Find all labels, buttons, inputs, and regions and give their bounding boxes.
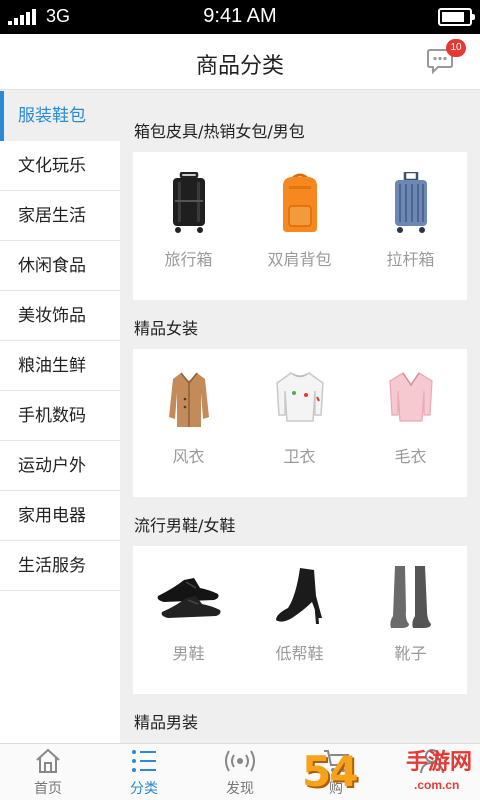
product-label: 男鞋: [172, 644, 205, 663]
product-label: 毛衣: [394, 447, 427, 466]
watermark-text: 手游网: [406, 750, 473, 775]
sidebar-item-label: 手机数码: [18, 406, 86, 426]
sidebar-item-label: 服装鞋包: [18, 106, 86, 126]
tab-label: 分类: [130, 781, 158, 797]
category-sidebar: 服装鞋包 文化玩乐 家居生活 休闲食品 美妆饰品 粮油生鲜 手机数码 运动户外 …: [0, 91, 120, 743]
product-card-shoes: 男鞋 低帮鞋 靴子: [133, 546, 467, 694]
home-icon: [36, 748, 60, 773]
section-title-bags: 箱包皮具/热销女包/男包: [134, 122, 305, 141]
product-sweater[interactable]: 毛衣: [355, 349, 466, 497]
product-label: 拉杆箱: [386, 250, 435, 269]
section-title-mens-wear: 精品男装: [134, 713, 199, 732]
product-mens-shoes[interactable]: 男鞋: [133, 546, 244, 694]
broadcast-icon: [225, 750, 255, 772]
sidebar-item-phones-digital[interactable]: 手机数码: [0, 391, 120, 441]
black-suitcase-icon: [172, 172, 205, 233]
product-label: 旅行箱: [164, 250, 213, 269]
trench-coat-icon: [168, 372, 209, 427]
sidebar-item-sports-outdoor[interactable]: 运动户外: [0, 441, 120, 491]
product-label: 低帮鞋: [275, 644, 324, 663]
sidebar-item-grain-fresh[interactable]: 粮油生鲜: [0, 341, 120, 391]
sidebar-item-label: 家用电器: [18, 506, 86, 526]
pink-sweater-icon: [388, 372, 433, 422]
product-label: 卫衣: [283, 447, 316, 466]
clock: 9:41 AM: [203, 5, 277, 27]
leather-shoes-icon: [157, 578, 220, 618]
orange-backpack-icon: [282, 173, 317, 232]
product-backpack[interactable]: 双肩背包: [244, 152, 355, 300]
sidebar-item-label: 生活服务: [18, 556, 86, 576]
product-trench-coat[interactable]: 风衣: [133, 349, 244, 497]
product-sweatshirt[interactable]: 卫衣: [244, 349, 355, 497]
product-travel-suitcase[interactable]: 旅行箱: [133, 152, 244, 300]
sidebar-item-beauty-accessories[interactable]: 美妆饰品: [0, 291, 120, 341]
product-label: 双肩背包: [267, 250, 332, 269]
watermark-logo: 54 手游网 .com.cn: [302, 748, 478, 800]
white-sweatshirt-icon: [275, 372, 324, 422]
battery-icon: [438, 8, 475, 26]
sidebar-item-label: 休闲食品: [18, 256, 86, 276]
page-header: 商品分类 10: [0, 34, 480, 90]
watermark-number: 54: [302, 747, 358, 796]
blue-trolley-case-icon: [394, 172, 427, 233]
product-low-top-shoes[interactable]: 低帮鞋: [244, 546, 355, 694]
product-card-bags: 旅行箱 双肩背包 拉杆箱: [133, 152, 467, 300]
message-count-badge: 10: [446, 39, 466, 57]
sidebar-item-label: 美妆饰品: [18, 306, 86, 326]
heeled-bootie-icon: [275, 568, 322, 624]
product-label: 风衣: [172, 447, 205, 466]
tab-discover[interactable]: 发现: [192, 744, 288, 800]
category-content: 箱包皮具/热销女包/男包 旅行箱 双肩背包 拉杆箱 精品女装 风衣 卫衣 毛衣 …: [120, 91, 480, 743]
tab-label: 首页: [34, 781, 62, 797]
messages-button[interactable]: 10: [426, 39, 466, 74]
knee-high-boot-icon: [389, 566, 431, 628]
sidebar-item-clothing-shoes-bags[interactable]: 服装鞋包: [0, 91, 120, 141]
sidebar-item-label: 家居生活: [18, 206, 86, 226]
section-title-womens-wear: 精品女装: [134, 319, 199, 338]
watermark-site: .com.cn: [414, 778, 460, 792]
tab-home[interactable]: 首页: [0, 744, 96, 800]
sidebar-item-label: 文化玩乐: [18, 156, 86, 176]
sidebar-item-label: 粮油生鲜: [18, 356, 86, 376]
product-trolley-case[interactable]: 拉杆箱: [355, 152, 466, 300]
section-title-shoes: 流行男鞋/女鞋: [134, 516, 236, 535]
status-bar: 3G 9:41 AM: [0, 0, 480, 34]
tab-category[interactable]: 分类: [96, 744, 192, 800]
product-boots[interactable]: 靴子: [355, 546, 466, 694]
sidebar-item-appliances[interactable]: 家用电器: [0, 491, 120, 541]
tab-label: 发现: [226, 781, 254, 797]
sidebar-item-home-living[interactable]: 家居生活: [0, 191, 120, 241]
sidebar-item-culture-entertainment[interactable]: 文化玩乐: [0, 141, 120, 191]
sidebar-item-label: 运动户外: [18, 456, 86, 476]
product-label: 靴子: [394, 644, 427, 663]
category-list-icon: [132, 750, 156, 772]
sidebar-item-life-services[interactable]: 生活服务: [0, 541, 120, 591]
sidebar-item-snacks[interactable]: 休闲食品: [0, 241, 120, 291]
product-card-womens-wear: 风衣 卫衣 毛衣: [133, 349, 467, 497]
page-title: 商品分类: [195, 54, 284, 79]
